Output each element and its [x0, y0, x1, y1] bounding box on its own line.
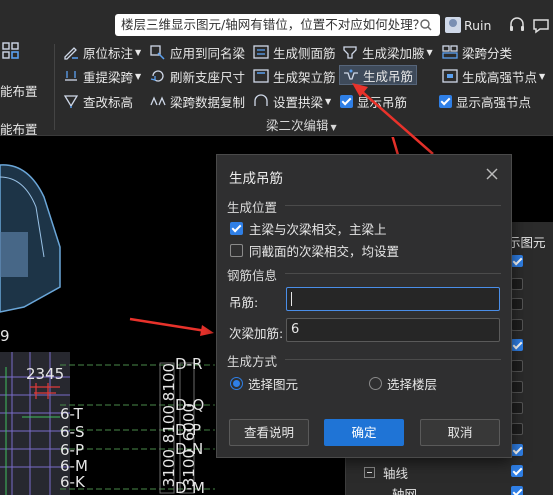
ok-button[interactable]: 确定 [324, 419, 404, 446]
text-cursor [291, 291, 292, 306]
section-rebar-info: 钢筋信息 [227, 265, 503, 284]
element-visibility-checkbox[interactable] [511, 360, 523, 372]
element-visibility-checkbox[interactable] [511, 319, 523, 331]
element-visibility-checkbox[interactable] [511, 465, 523, 477]
element-visibility-checkbox[interactable] [511, 381, 523, 393]
checkbox-unchecked-icon [230, 244, 243, 257]
checkbox-checked-icon [230, 222, 243, 235]
element-visibility-checkbox[interactable] [511, 444, 523, 456]
app-window: 楼层三维显示图元/轴网有错位，位置不对应如何处理？ Ruin 能布置 能布置 原… [0, 0, 553, 495]
tree-item-grid[interactable]: 轴网 [392, 484, 417, 495]
dialog-title: 生成吊筋 [229, 171, 283, 187]
cancel-button[interactable]: 取消 [420, 419, 500, 446]
close-icon[interactable] [485, 167, 499, 181]
section-generate-method: 生成方式 [227, 351, 503, 370]
radio-unselected-icon [369, 377, 382, 390]
section-generate-position: 生成位置 [227, 197, 503, 216]
generate-hanger-rebar-dialog: 生成吊筋 生成位置 主梁与次梁相交，主梁上 同截面的次梁相交，均设置 钢筋信息 … [216, 154, 512, 458]
tree-item-axis[interactable]: 轴线 [364, 463, 408, 482]
element-visibility-checkbox[interactable] [511, 423, 523, 435]
element-visibility-checkbox[interactable] [511, 339, 523, 351]
collapse-icon[interactable] [364, 467, 375, 478]
display-panel-header: 示图元 [508, 235, 546, 250]
secondary-beam-rebar-input[interactable]: 6 [286, 318, 500, 342]
radio-select-floor[interactable]: 选择楼层 [369, 374, 437, 393]
hanger-rebar-label: 吊筋: [229, 295, 259, 310]
radio-selected-icon [230, 377, 243, 390]
radio-select-element[interactable]: 选择图元 [230, 374, 298, 393]
element-visibility-checkbox[interactable] [511, 278, 523, 290]
option-main-secondary-intersect[interactable]: 主梁与次梁相交，主梁上 [230, 219, 387, 238]
view-help-button[interactable]: 查看说明 [229, 419, 309, 446]
element-visibility-checkbox[interactable] [511, 255, 523, 267]
hanger-rebar-input[interactable] [286, 287, 500, 311]
element-visibility-checkbox[interactable] [511, 298, 523, 310]
option-same-section-intersect[interactable]: 同截面的次梁相交，均设置 [230, 241, 399, 260]
element-visibility-checkbox[interactable] [511, 402, 523, 414]
element-visibility-checkbox[interactable] [511, 486, 523, 495]
secondary-beam-rebar-label: 次梁加筋: [229, 326, 284, 341]
